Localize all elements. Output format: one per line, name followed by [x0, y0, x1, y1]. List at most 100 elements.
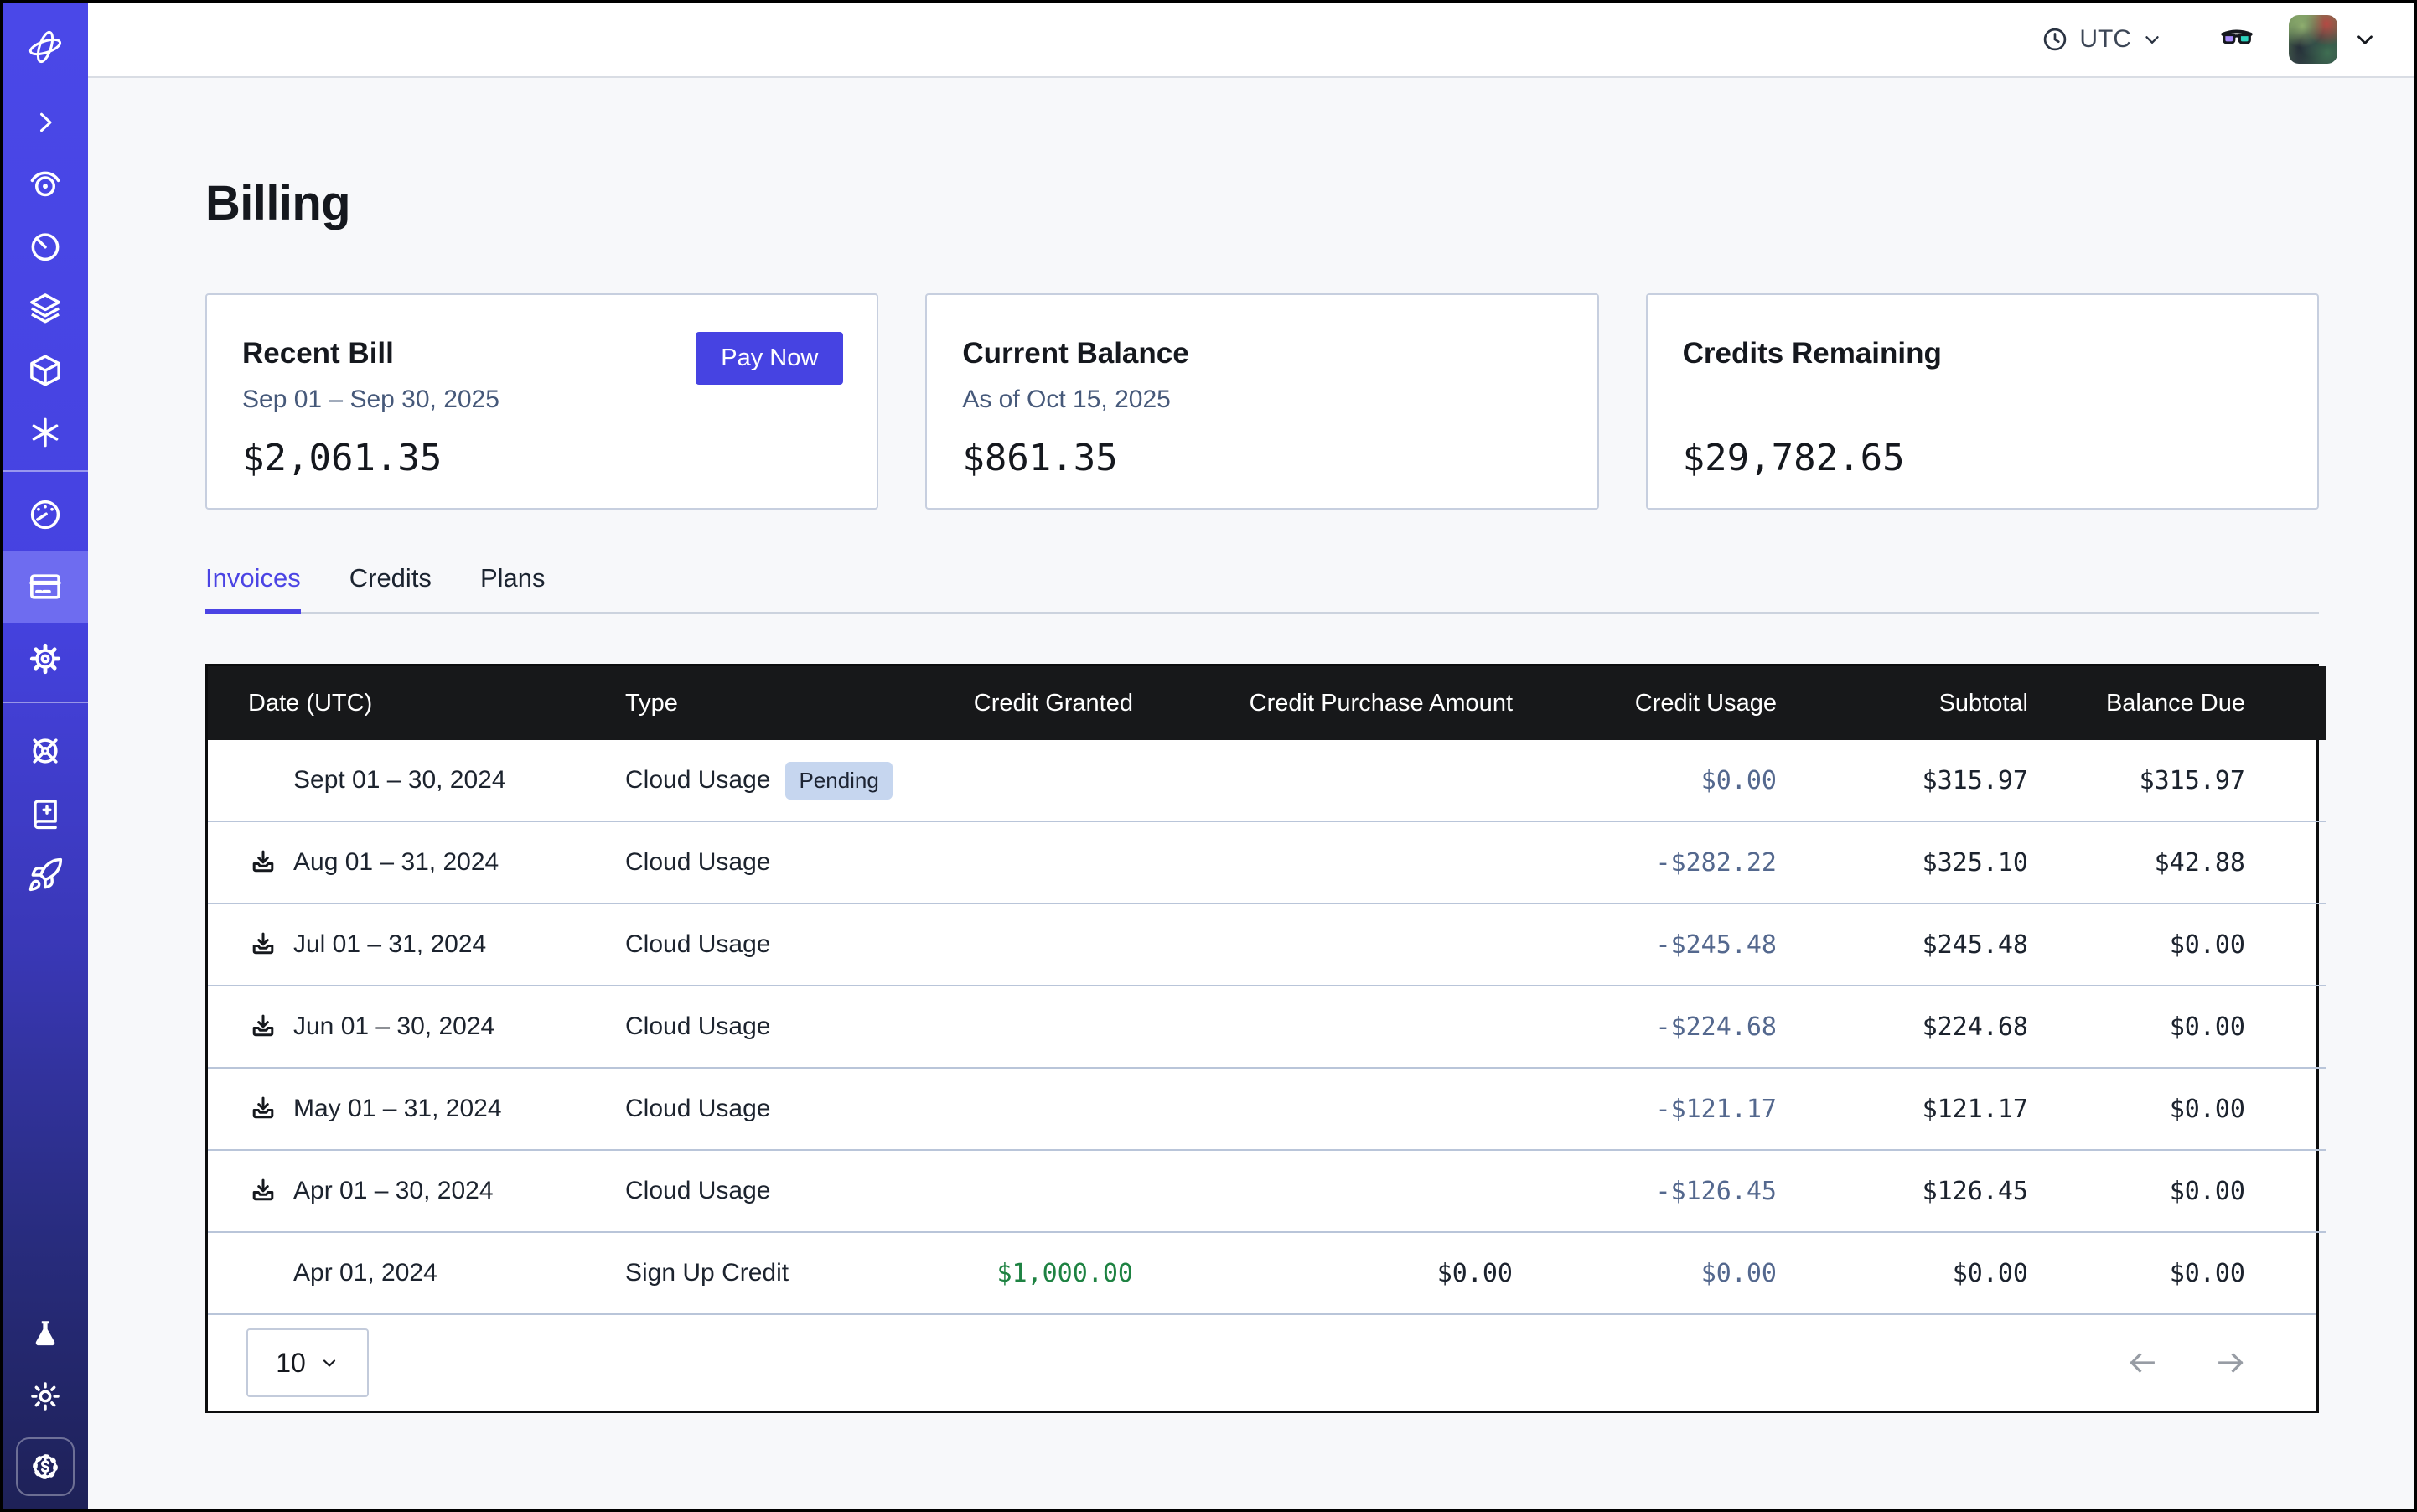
credit-usage-value: -$282.22	[1550, 821, 1814, 904]
sidebar-item-settings[interactable]	[3, 623, 88, 695]
sidebar-item-docs[interactable]	[3, 782, 88, 844]
subtotal-value: $245.48	[1814, 904, 2065, 986]
sidebar-item-functions[interactable]	[3, 401, 88, 463]
wheel-icon	[27, 733, 64, 769]
download-invoice-button[interactable]	[248, 1176, 282, 1206]
sidebar-item-theme[interactable]	[3, 1365, 88, 1427]
next-page-button[interactable]	[2214, 1346, 2248, 1380]
recent-bill-card: Recent Bill Sep 01 – Sep 30, 2025 $2,061…	[205, 293, 878, 510]
download-invoice-button[interactable]	[248, 847, 282, 878]
invoice-type: Cloud Usage	[625, 1177, 770, 1205]
user-avatar[interactable]	[2289, 15, 2337, 64]
invoices-table: Date (UTC) Type Credit Granted Credit Pu…	[208, 666, 2326, 1313]
orbit-logo-icon	[25, 27, 65, 67]
tab-plans[interactable]: Plans	[480, 563, 546, 612]
credits-remaining-amount: $29,782.65	[1683, 437, 2284, 479]
pagination-bar: 10	[208, 1313, 2316, 1411]
download-invoice-button[interactable]	[248, 929, 282, 960]
sidebar-item-labs[interactable]	[3, 1303, 88, 1365]
pay-now-button[interactable]: Pay Now	[696, 332, 843, 385]
column-credit-purchase: Credit Purchase Amount	[1170, 666, 1550, 740]
table-header-row: Date (UTC) Type Credit Granted Credit Pu…	[208, 666, 2326, 740]
glasses-icon	[2218, 23, 2255, 56]
sidebar-item-logo[interactable]	[3, 3, 88, 91]
subtotal-value: $325.10	[1814, 821, 2065, 904]
credit-purchase-value	[1170, 1150, 1550, 1232]
invoice-date: Jul 01 – 31, 2024	[293, 930, 486, 959]
invoice-date: Sept 01 – 30, 2024	[293, 766, 506, 795]
rocket-icon	[27, 857, 64, 893]
timer-icon	[27, 228, 64, 265]
credit-purchase-value	[1170, 904, 1550, 986]
table-row: May 01 – 31, 2024 Cloud Usage -$121.17 $…	[208, 1068, 2326, 1150]
balance-due-value: $0.00	[2065, 1068, 2326, 1150]
gauge-icon	[27, 496, 64, 533]
dollar-badge-icon	[28, 1449, 63, 1484]
sidebar-spacer	[3, 906, 88, 1303]
sidebar-item-billing[interactable]	[3, 551, 88, 623]
invoice-date: Aug 01 – 31, 2024	[293, 848, 499, 877]
sidebar-divider	[3, 470, 88, 472]
sidebar-item-observe[interactable]	[3, 153, 88, 215]
glasses-button[interactable]	[2218, 23, 2255, 56]
timezone-selector[interactable]: UTC	[2041, 25, 2163, 54]
tab-invoices[interactable]: Invoices	[205, 563, 301, 612]
credit-purchase-value	[1170, 986, 1550, 1068]
sidebar-item-getting-started[interactable]	[3, 844, 88, 906]
download-invoice-button[interactable]	[248, 1012, 282, 1042]
recent-bill-period: Sep 01 – Sep 30, 2025	[242, 386, 843, 417]
sidebar-item-expand[interactable]	[3, 91, 88, 153]
flask-icon	[28, 1317, 63, 1352]
current-balance-title: Current Balance	[962, 337, 1563, 370]
sidebar-item-timer[interactable]	[3, 215, 88, 277]
account-menu-chevron[interactable]	[2352, 27, 2378, 52]
table-row: Apr 01 – 30, 2024 Cloud Usage -$126.45 $…	[208, 1150, 2326, 1232]
table-row: Sept 01 – 30, 2024 Cloud UsagePending $0…	[208, 740, 2326, 821]
gear-icon	[27, 640, 64, 677]
invoice-type: Sign Up Credit	[625, 1259, 789, 1287]
book-sparkle-icon	[27, 795, 64, 831]
clock-icon	[2041, 25, 2069, 54]
column-subtotal: Subtotal	[1814, 666, 2065, 740]
recent-bill-amount: $2,061.35	[242, 437, 843, 479]
page-size-select[interactable]: 10	[246, 1328, 369, 1397]
sidebar-item-credits[interactable]	[16, 1437, 75, 1496]
balance-due-value: $0.00	[2065, 1150, 2326, 1232]
invoice-date: Apr 01, 2024	[293, 1259, 437, 1287]
invoice-type: Cloud Usage	[625, 1095, 770, 1123]
balance-due-value: $0.00	[2065, 986, 2326, 1068]
billing-tabs: Invoices Credits Plans	[205, 563, 2319, 614]
sidebar-item-support[interactable]	[3, 720, 88, 782]
credits-remaining-sub-spacer	[1683, 386, 2284, 417]
status-badge: Pending	[785, 762, 892, 800]
chevron-right-icon	[30, 107, 60, 137]
credit-usage-value: $0.00	[1550, 1232, 1814, 1313]
balance-due-value: $0.00	[2065, 904, 2326, 986]
table-row: Jul 01 – 31, 2024 Cloud Usage -$245.48 $…	[208, 904, 2326, 986]
credit-granted-value	[929, 740, 1170, 821]
current-balance-amount: $861.35	[962, 437, 1563, 479]
previous-page-button[interactable]	[2125, 1346, 2159, 1380]
tab-credits[interactable]: Credits	[349, 563, 432, 612]
credit-granted-value	[929, 1068, 1170, 1150]
column-type: Type	[610, 666, 929, 740]
credit-granted-value	[929, 1150, 1170, 1232]
sidebar-item-usage[interactable]	[3, 479, 88, 551]
sun-icon	[27, 1378, 64, 1415]
credit-purchase-value	[1170, 821, 1550, 904]
layers-icon	[27, 290, 64, 327]
invoice-date: Apr 01 – 30, 2024	[293, 1177, 494, 1205]
sidebar	[3, 3, 88, 1509]
sidebar-item-sandbox[interactable]	[3, 339, 88, 401]
sidebar-divider	[3, 702, 88, 703]
observe-eye-icon	[27, 166, 64, 203]
credit-granted-value	[929, 986, 1170, 1068]
credits-remaining-title: Credits Remaining	[1683, 337, 2284, 370]
table-row: Aug 01 – 31, 2024 Cloud Usage -$282.22 $…	[208, 821, 2326, 904]
download-invoice-button[interactable]	[248, 1094, 282, 1124]
subtotal-value: $126.45	[1814, 1150, 2065, 1232]
sidebar-item-layers[interactable]	[3, 277, 88, 339]
topbar: UTC	[88, 3, 2414, 78]
invoices-table-container: Date (UTC) Type Credit Granted Credit Pu…	[205, 664, 2319, 1413]
credit-granted-value: $1,000.00	[929, 1232, 1170, 1313]
